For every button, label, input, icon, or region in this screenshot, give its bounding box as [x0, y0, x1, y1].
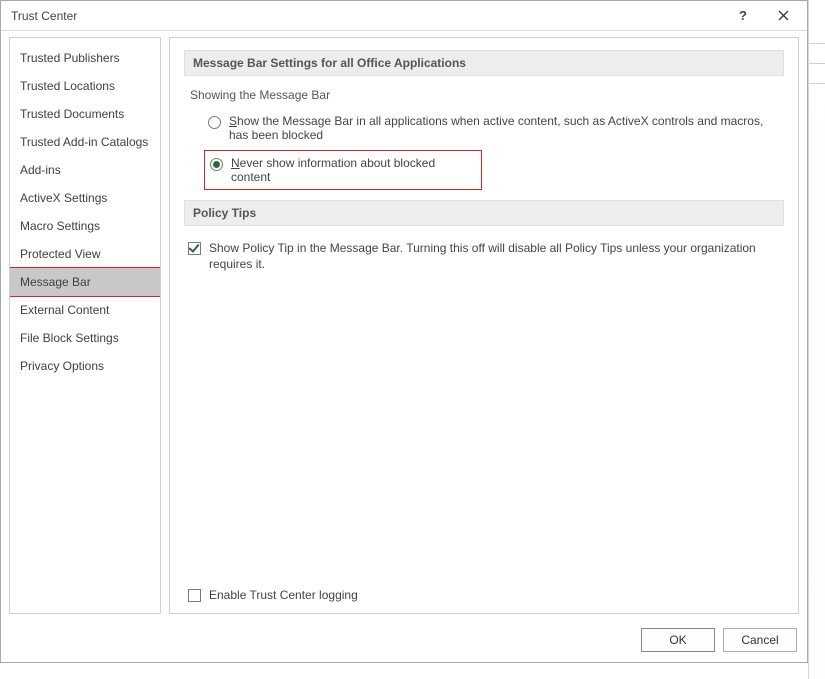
help-button[interactable]: ?: [725, 2, 761, 30]
subheading-showing-message-bar: Showing the Message Bar: [190, 88, 784, 102]
sidebar-item-trusted-documents[interactable]: Trusted Documents: [10, 100, 160, 128]
section-policy-tips: Policy Tips: [184, 200, 784, 226]
titlebar: Trust Center ?: [1, 1, 807, 31]
checkbox-icon: [188, 242, 201, 255]
sidebar-item-message-bar[interactable]: Message Bar: [9, 267, 161, 297]
sidebar: Trusted Publishers Trusted Locations Tru…: [9, 37, 161, 614]
sidebar-item-external-content[interactable]: External Content: [10, 296, 160, 324]
radio-icon: [208, 116, 221, 129]
checkbox-show-policy-tip[interactable]: Show Policy Tip in the Message Bar. Turn…: [188, 240, 784, 272]
ok-button[interactable]: OK: [641, 628, 715, 652]
trust-center-dialog: Trust Center ? Trusted Publishers Truste…: [0, 0, 808, 663]
sidebar-item-add-ins[interactable]: Add-ins: [10, 156, 160, 184]
checkbox-enable-logging-label: Enable Trust Center logging: [209, 587, 358, 603]
cancel-button[interactable]: Cancel: [723, 628, 797, 652]
checkbox-icon: [188, 589, 201, 602]
section-message-bar-settings: Message Bar Settings for all Office Appl…: [184, 50, 784, 76]
highlighted-option: Never show information about blocked con…: [204, 150, 482, 190]
sidebar-item-trusted-publishers[interactable]: Trusted Publishers: [10, 44, 160, 72]
sidebar-item-protected-view[interactable]: Protected View: [10, 240, 160, 268]
radio-never-show-label: Never show information about blocked con…: [231, 156, 469, 184]
radio-never-show[interactable]: Never show information about blocked con…: [208, 154, 475, 186]
content-panel: Message Bar Settings for all Office Appl…: [169, 37, 799, 614]
sidebar-item-trusted-locations[interactable]: Trusted Locations: [10, 72, 160, 100]
sidebar-item-activex-settings[interactable]: ActiveX Settings: [10, 184, 160, 212]
radio-show-message-bar[interactable]: Show the Message Bar in all applications…: [206, 112, 784, 144]
dialog-footer: OK Cancel: [1, 622, 807, 662]
sidebar-item-macro-settings[interactable]: Macro Settings: [10, 212, 160, 240]
close-button[interactable]: [765, 2, 801, 30]
dialog-body: Trusted Publishers Trusted Locations Tru…: [1, 31, 807, 622]
window-title: Trust Center: [11, 9, 77, 23]
radio-show-message-bar-label: Show the Message Bar in all applications…: [229, 114, 778, 142]
sidebar-item-trusted-addin-catalogs[interactable]: Trusted Add-in Catalogs: [10, 128, 160, 156]
sidebar-item-privacy-options[interactable]: Privacy Options: [10, 352, 160, 380]
checkbox-enable-logging[interactable]: Enable Trust Center logging: [188, 587, 784, 603]
background-strip: [808, 0, 825, 679]
checkbox-show-policy-tip-label: Show Policy Tip in the Message Bar. Turn…: [209, 240, 784, 272]
sidebar-item-file-block-settings[interactable]: File Block Settings: [10, 324, 160, 352]
radio-icon: [210, 158, 223, 171]
close-icon: [778, 10, 789, 21]
